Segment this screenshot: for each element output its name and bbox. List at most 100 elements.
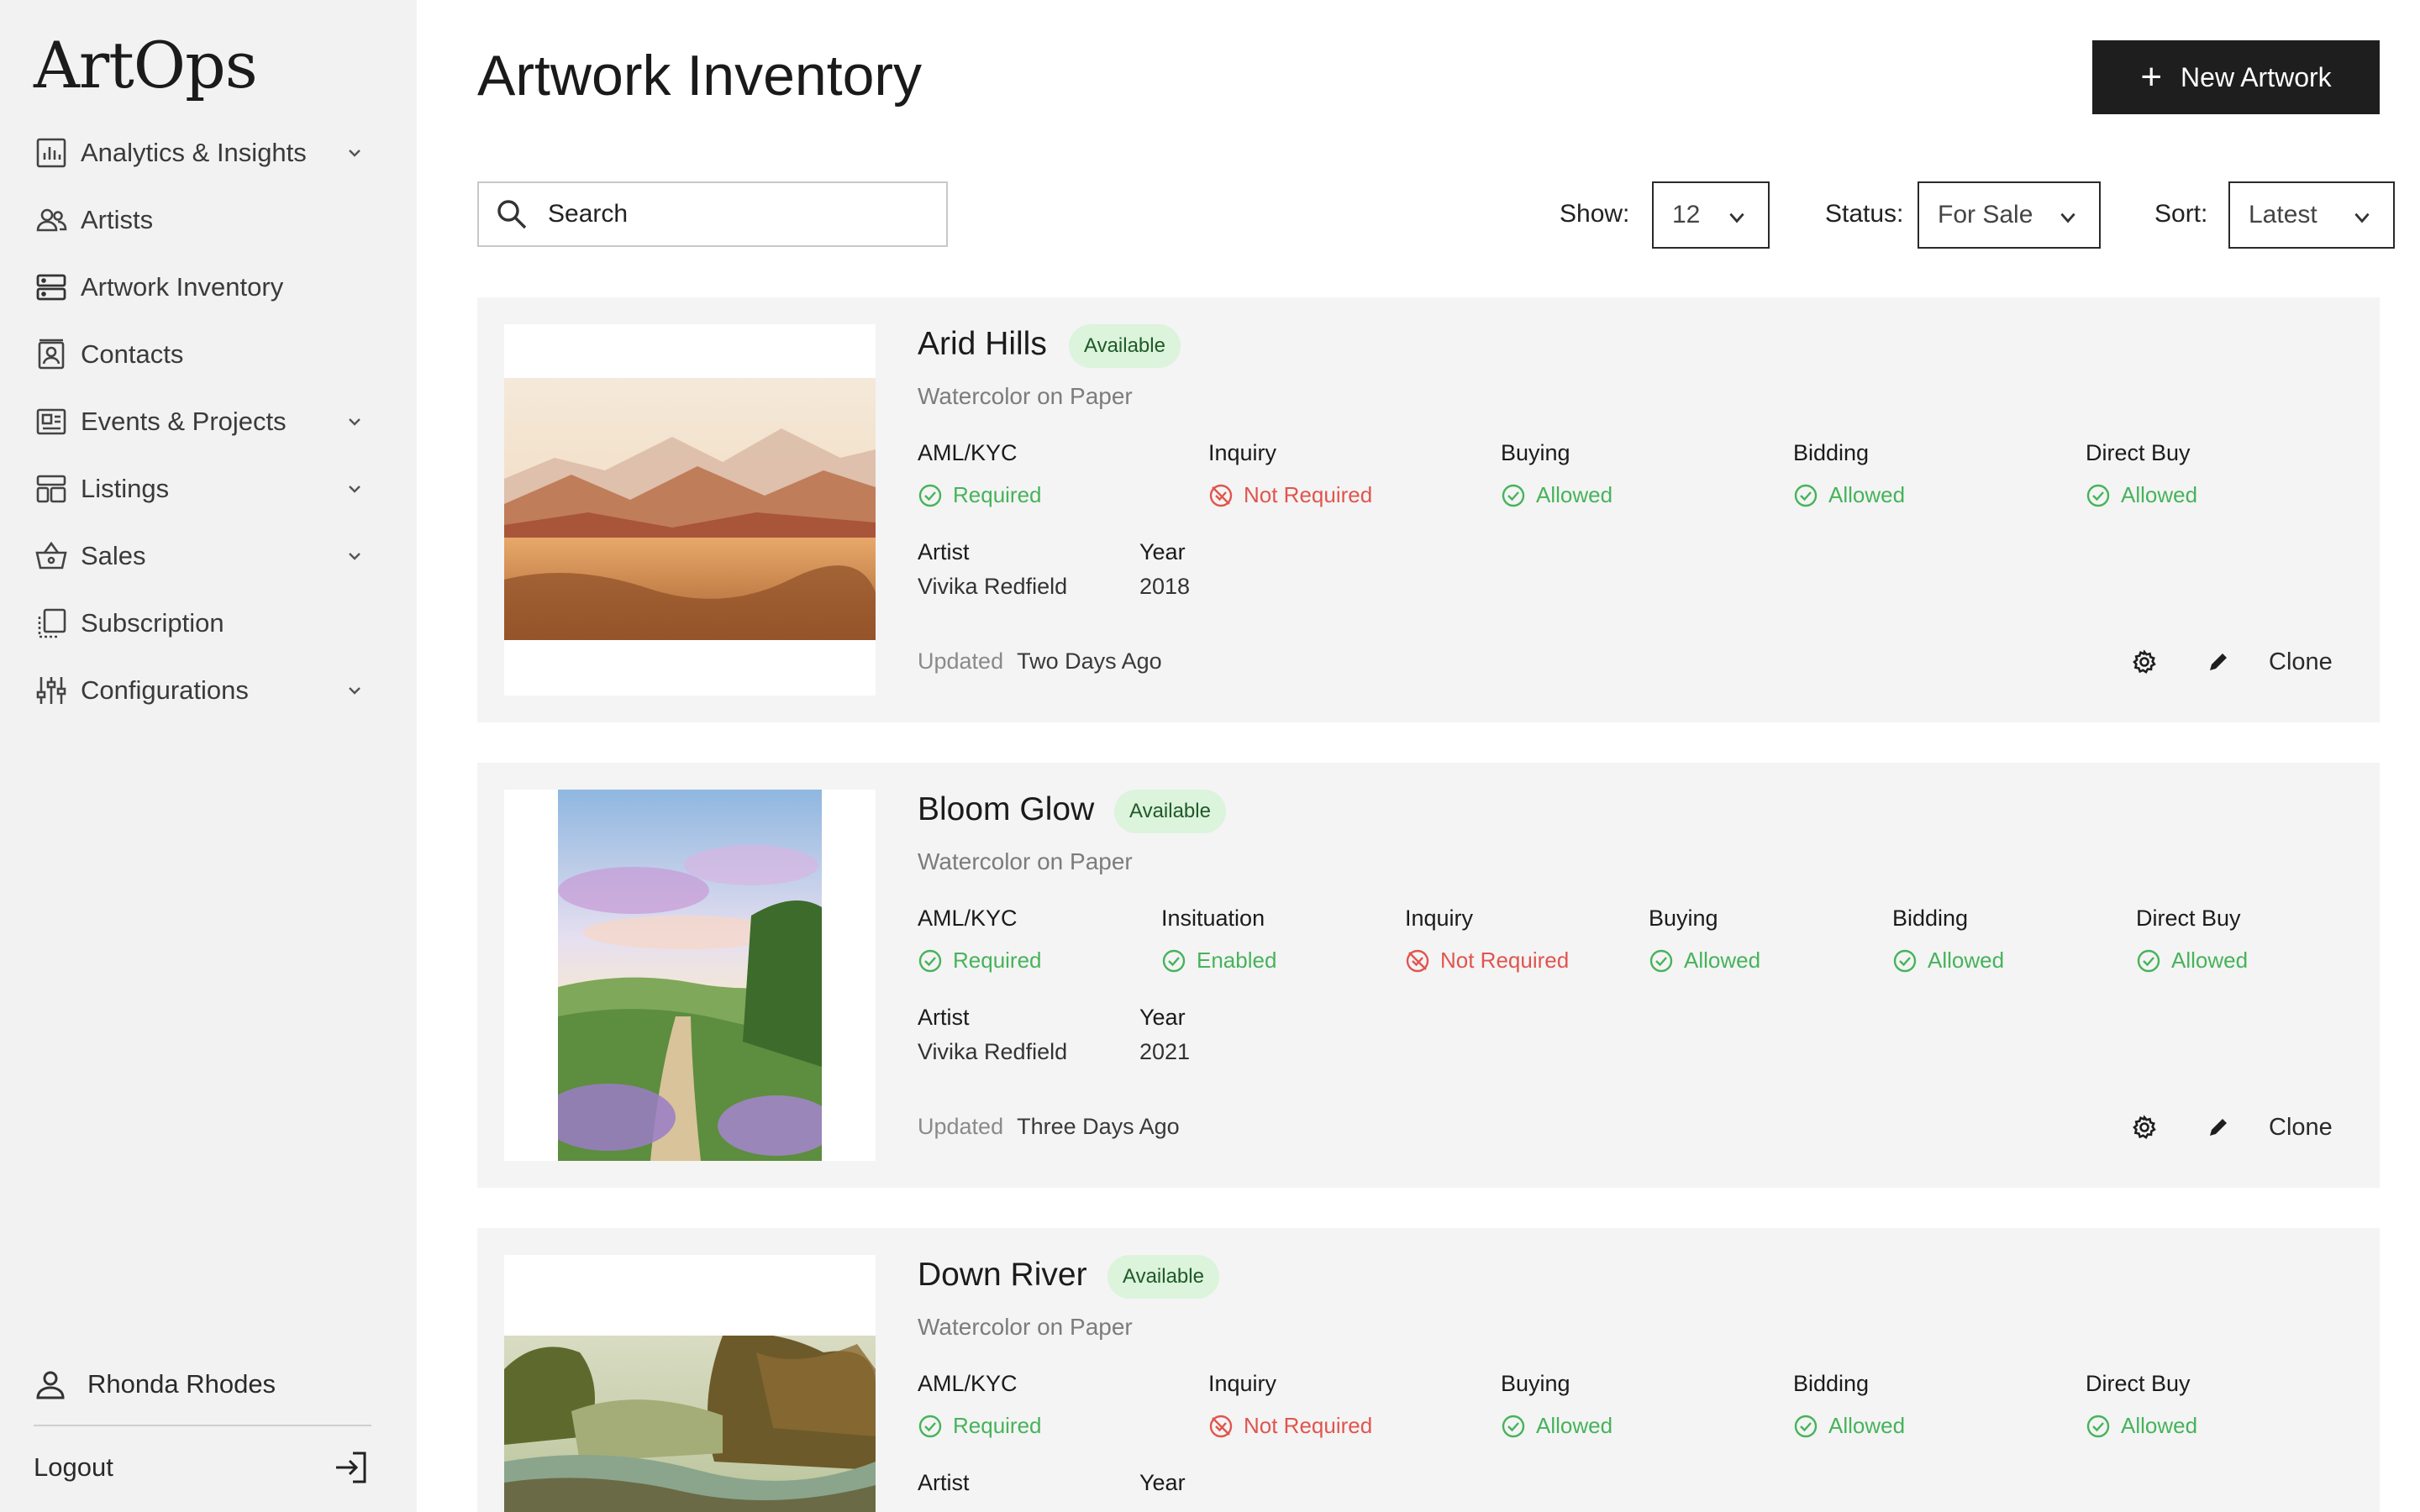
settings-button[interactable] — [2128, 645, 2161, 679]
attribute-label: Bidding — [1793, 1371, 1870, 1396]
check-circle-icon — [1502, 484, 1525, 507]
attribute-label: Inquiry — [1208, 1371, 1277, 1396]
attribute-label: Inquiry — [1405, 906, 1474, 931]
chevron-down-icon[interactable] — [345, 479, 365, 499]
pencil-icon — [2210, 654, 2227, 670]
check-circle-icon — [2137, 949, 2160, 972]
settings-button[interactable] — [2128, 1110, 2161, 1144]
sort-label: Sort: — [2154, 200, 2208, 228]
sidebar-item-label: Configurations — [81, 675, 249, 705]
attribute-value: Allowed — [1828, 1413, 1906, 1438]
edit-button[interactable] — [2202, 1110, 2235, 1144]
sidebar-item-label: Analytics & Insights — [81, 138, 307, 167]
attribute-value: Allowed — [1828, 482, 1906, 507]
check-circle-icon — [918, 484, 942, 507]
year-field: Year 2021 — [1139, 1005, 1190, 1065]
artist-label: Artist — [918, 539, 970, 564]
sidebar-nav: Analytics & Insights Artists Artwork Inv… — [0, 119, 417, 724]
inventory-icon — [34, 270, 69, 305]
logout-button[interactable]: Logout — [34, 1443, 371, 1492]
attribute-bidding: Bidding Allowed — [1793, 440, 1905, 508]
chevron-down-icon[interactable] — [345, 143, 365, 163]
year-field: Year — [1139, 1470, 1186, 1496]
check-circle-icon — [2086, 1415, 2110, 1437]
sidebar-item-label: Sales — [81, 541, 146, 570]
attribute-value: Allowed — [2171, 948, 2249, 973]
search-input[interactable] — [546, 199, 902, 229]
plus-icon: + — [2140, 56, 2163, 97]
sidebar-item-subscription[interactable]: Subscription — [0, 590, 417, 657]
sidebar-item-configurations[interactable]: Configurations — [0, 657, 417, 724]
artwork-thumbnail[interactable] — [504, 1255, 876, 1512]
sidebar-item-contacts[interactable]: Contacts — [0, 321, 417, 388]
meadow-painting-image — [558, 790, 822, 1161]
attribute-aml-kyc: AML/KYC Required — [918, 1371, 1042, 1439]
artwork-title[interactable]: Arid Hills — [918, 326, 1047, 363]
user-profile[interactable]: Rhonda Rhodes — [34, 1361, 276, 1408]
attribute-aml-kyc: AML/KYC Required — [918, 906, 1042, 974]
chevron-down-icon[interactable] — [345, 412, 365, 432]
people-icon — [34, 202, 69, 238]
attribute-buying: Buying Allowed — [1501, 440, 1612, 508]
year-value: 2018 — [1139, 574, 1191, 599]
show-select[interactable]: 12 — [1652, 181, 1770, 249]
status-badge: Available — [1107, 1255, 1219, 1299]
user-name: Rhonda Rhodes — [87, 1369, 276, 1399]
chevron-down-icon[interactable] — [345, 546, 365, 566]
attribute-value: Allowed — [1684, 948, 1761, 973]
attribute-label: Insituation — [1161, 906, 1265, 931]
search-box[interactable] — [477, 181, 948, 247]
year-value: 2021 — [1139, 1039, 1191, 1064]
status-badge: Available — [1069, 324, 1181, 368]
search-icon — [497, 200, 527, 229]
sidebar-item-analytics[interactable]: Analytics & Insights — [0, 119, 417, 186]
artwork-thumbnail[interactable] — [504, 790, 876, 1161]
attribute-label: AML/KYC — [918, 1371, 1018, 1396]
updated-info: Updated Three Days Ago — [918, 1114, 1180, 1140]
artwork-title[interactable]: Bloom Glow — [918, 791, 1094, 828]
attribute-label: Buying — [1501, 440, 1570, 465]
chevron-down-icon — [2060, 213, 2075, 223]
status-select[interactable]: For Sale — [1918, 181, 2101, 249]
check-circle-icon — [1794, 484, 1818, 507]
year-label: Year — [1139, 539, 1186, 564]
artwork-card[interactable]: Bloom Glow Available Watercolor on Paper… — [477, 763, 2380, 1188]
new-artwork-button[interactable]: + New Artwork — [2092, 40, 2380, 114]
sidebar-item-artwork-inventory[interactable]: Artwork Inventory — [0, 254, 417, 321]
sidebar-item-label: Listings — [81, 474, 170, 503]
attribute-label: Bidding — [1793, 440, 1870, 465]
attribute-label: Bidding — [1892, 906, 1969, 931]
clone-button[interactable]: Clone — [2269, 648, 2333, 676]
artist-field: Artist Vivika Redfield — [918, 539, 1067, 600]
chevron-down-icon[interactable] — [345, 680, 365, 701]
logout-label: Logout — [34, 1452, 113, 1482]
listings-icon — [34, 471, 69, 507]
artwork-title[interactable]: Down River — [918, 1257, 1087, 1294]
artist-name: Vivika Redfield — [918, 574, 1068, 599]
attribute-value: Enabled — [1197, 948, 1277, 973]
pencil-icon — [2210, 1119, 2227, 1136]
artwork-card[interactable]: Down River Available Watercolor on Paper… — [477, 1228, 2380, 1512]
attribute-label: AML/KYC — [918, 906, 1018, 931]
check-circle-icon — [1162, 949, 1186, 972]
attribute-label: Direct Buy — [2086, 440, 2191, 465]
attribute-direct-buy: Direct Buy Allowed — [2136, 906, 2248, 974]
updated-value: Three Days Ago — [1017, 1114, 1180, 1139]
edit-button[interactable] — [2202, 645, 2235, 679]
artwork-card[interactable]: Arid Hills Available Watercolor on Paper… — [477, 297, 2380, 722]
not-allowed-icon — [1209, 484, 1233, 507]
sidebar-item-sales[interactable]: Sales — [0, 522, 417, 590]
attribute-label: Direct Buy — [2086, 1371, 2191, 1396]
sidebar-item-artists[interactable]: Artists — [0, 186, 417, 254]
river-painting-image — [504, 1336, 876, 1512]
sort-select[interactable]: Latest — [2228, 181, 2395, 249]
artist-field: Artist Vivika Redfield — [918, 1005, 1067, 1065]
sidebar-item-listings[interactable]: Listings — [0, 455, 417, 522]
gear-icon — [2133, 1115, 2156, 1139]
app-logo[interactable]: ArtOps — [34, 24, 258, 108]
attribute-insituation: Insituation Enabled — [1161, 906, 1276, 974]
sidebar-item-events-projects[interactable]: Events & Projects — [0, 388, 417, 455]
clone-button[interactable]: Clone — [2269, 1114, 2333, 1142]
artwork-thumbnail[interactable] — [504, 324, 876, 696]
show-label: Show: — [1560, 200, 1630, 228]
